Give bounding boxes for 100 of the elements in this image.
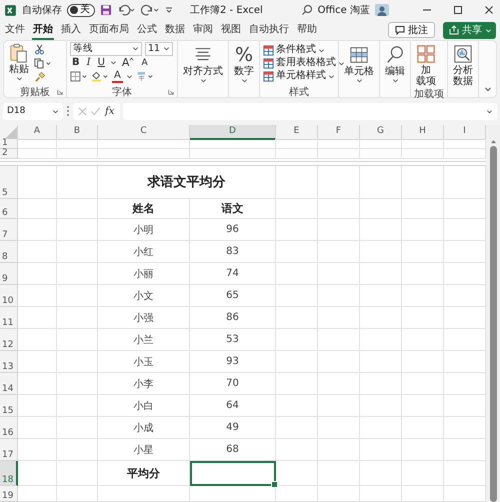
- average-label-cell: 平均分: [98, 461, 190, 486]
- row-header[interactable]: 10: [0, 285, 18, 307]
- empty-cell: [318, 395, 360, 417]
- row-header[interactable]: 19: [0, 486, 18, 502]
- phonetic-icon[interactable]: [136, 71, 154, 82]
- share-button[interactable]: 共享: [443, 22, 496, 38]
- dialog-launcher-icon[interactable]: [57, 89, 63, 95]
- copy-icon[interactable]: [34, 58, 52, 69]
- row-header[interactable]: 5: [0, 166, 18, 199]
- insert-function-button[interactable]: fx: [103, 106, 116, 116]
- row-header[interactable]: 17: [0, 439, 18, 461]
- row-header[interactable]: 16: [0, 417, 18, 439]
- font-name-field[interactable]: 等线: [70, 42, 142, 56]
- row-header[interactable]: 8: [0, 241, 18, 263]
- row-header[interactable]: 11: [0, 307, 18, 329]
- row-header[interactable]: 9: [0, 263, 18, 285]
- empty-cell: [57, 241, 98, 263]
- row-header[interactable]: 7: [0, 219, 18, 241]
- selected-cell[interactable]: [190, 461, 276, 486]
- menu-tab[interactable]: 文件: [4, 20, 26, 40]
- menu-tab[interactable]: 审阅: [192, 20, 214, 40]
- column-header[interactable]: G: [360, 125, 402, 140]
- format-painter-icon[interactable]: [34, 72, 45, 83]
- maximize-icon[interactable]: [453, 5, 463, 15]
- score-cell: 49: [190, 417, 276, 439]
- fill-color-icon[interactable]: [91, 71, 109, 82]
- number-button[interactable]: % 数字: [232, 44, 256, 85]
- empty-cell: [276, 263, 318, 285]
- empty-cell: [318, 139, 360, 149]
- menu-tab[interactable]: 自动执行: [248, 20, 290, 40]
- scroll-up-icon[interactable]: [490, 139, 496, 144]
- name-box[interactable]: D18: [3, 102, 63, 120]
- undo-icon[interactable]: [117, 4, 136, 16]
- column-header[interactable]: D: [190, 125, 276, 140]
- comment-button[interactable]: 批注: [388, 22, 435, 38]
- row-header[interactable]: 18: [0, 461, 18, 486]
- menu-tab[interactable]: 页面布局: [88, 20, 130, 40]
- empty-cell: [402, 395, 444, 417]
- menu-tab[interactable]: 公式: [136, 20, 158, 40]
- bold-button[interactable]: B: [70, 56, 82, 68]
- empty-cell: [57, 329, 98, 351]
- cells-icon: [349, 45, 369, 65]
- italic-button[interactable]: I: [84, 56, 93, 68]
- formula-input[interactable]: [123, 102, 497, 120]
- editing-button[interactable]: 编辑: [383, 44, 407, 85]
- search-icon[interactable]: [300, 4, 313, 16]
- row-header[interactable]: 15: [0, 395, 18, 417]
- underline-button[interactable]: U: [96, 56, 107, 68]
- styles-menu-button[interactable]: 套用表格格式: [263, 57, 335, 69]
- customize-caret-icon[interactable]: [165, 6, 173, 14]
- avatar-icon[interactable]: [375, 4, 389, 16]
- paste-button[interactable]: 粘贴: [7, 42, 31, 86]
- font-size-field[interactable]: 11: [145, 42, 173, 56]
- column-header[interactable]: A: [18, 125, 57, 140]
- empty-cell: [402, 199, 444, 219]
- column-header[interactable]: B: [57, 125, 98, 140]
- drag-handle-icon[interactable]: [66, 105, 70, 117]
- row-header[interactable]: 1: [0, 139, 18, 149]
- redo-icon[interactable]: [141, 4, 160, 16]
- autosave-toggle[interactable]: 关: [67, 4, 95, 16]
- dialog-launcher-icon[interactable]: [168, 89, 174, 95]
- menu-tab[interactable]: 帮助: [296, 20, 318, 40]
- scissors-icon[interactable]: [34, 44, 45, 55]
- font-color-button[interactable]: A: [112, 70, 123, 82]
- empty-cell: [318, 439, 360, 461]
- borders-icon[interactable]: [70, 71, 88, 82]
- menu-tab[interactable]: 视图: [220, 20, 242, 40]
- row-header[interactable]: 13: [0, 351, 18, 373]
- increase-font-button[interactable]: A: [120, 56, 136, 68]
- empty-cell: [360, 417, 402, 439]
- row-header[interactable]: 14: [0, 373, 18, 395]
- styles-menu-button[interactable]: 条件格式: [263, 44, 335, 56]
- vertical-scrollbar[interactable]: [486, 125, 500, 502]
- decrease-font-button[interactable]: A: [139, 56, 150, 68]
- menu-tab[interactable]: 插入: [60, 20, 82, 40]
- caret-icon[interactable]: [110, 59, 117, 66]
- expand-caret-icon[interactable]: [486, 108, 493, 114]
- analyze-data-button[interactable]: 分析 数据: [451, 43, 475, 97]
- cells-button[interactable]: 单元格: [342, 44, 376, 85]
- save-icon[interactable]: [100, 4, 112, 16]
- column-header[interactable]: F: [318, 125, 360, 140]
- column-header[interactable]: E: [276, 125, 318, 140]
- empty-cell: [360, 166, 402, 199]
- alignment-button[interactable]: 对齐方式: [181, 44, 225, 85]
- menu-tab[interactable]: 数据: [164, 20, 186, 40]
- caret-icon[interactable]: [126, 73, 133, 80]
- empty-cell: [318, 486, 360, 502]
- column-header[interactable]: H: [402, 125, 444, 140]
- scrollbar-thumb[interactable]: [490, 146, 496, 502]
- name-cell: 小丽: [98, 263, 190, 285]
- collapse-ribbon-icon[interactable]: [484, 85, 492, 93]
- add-ins-button[interactable]: 加 载项: [414, 43, 438, 88]
- row-header[interactable]: 2: [0, 149, 18, 159]
- row-header[interactable]: 6: [0, 199, 18, 219]
- close-icon[interactable]: [484, 5, 494, 15]
- caret-icon: [318, 46, 325, 54]
- row-header[interactable]: 12: [0, 329, 18, 351]
- empty-cell: [402, 241, 444, 263]
- styles-menu-button[interactable]: 单元格样式: [263, 70, 335, 82]
- empty-cell: [57, 373, 98, 395]
